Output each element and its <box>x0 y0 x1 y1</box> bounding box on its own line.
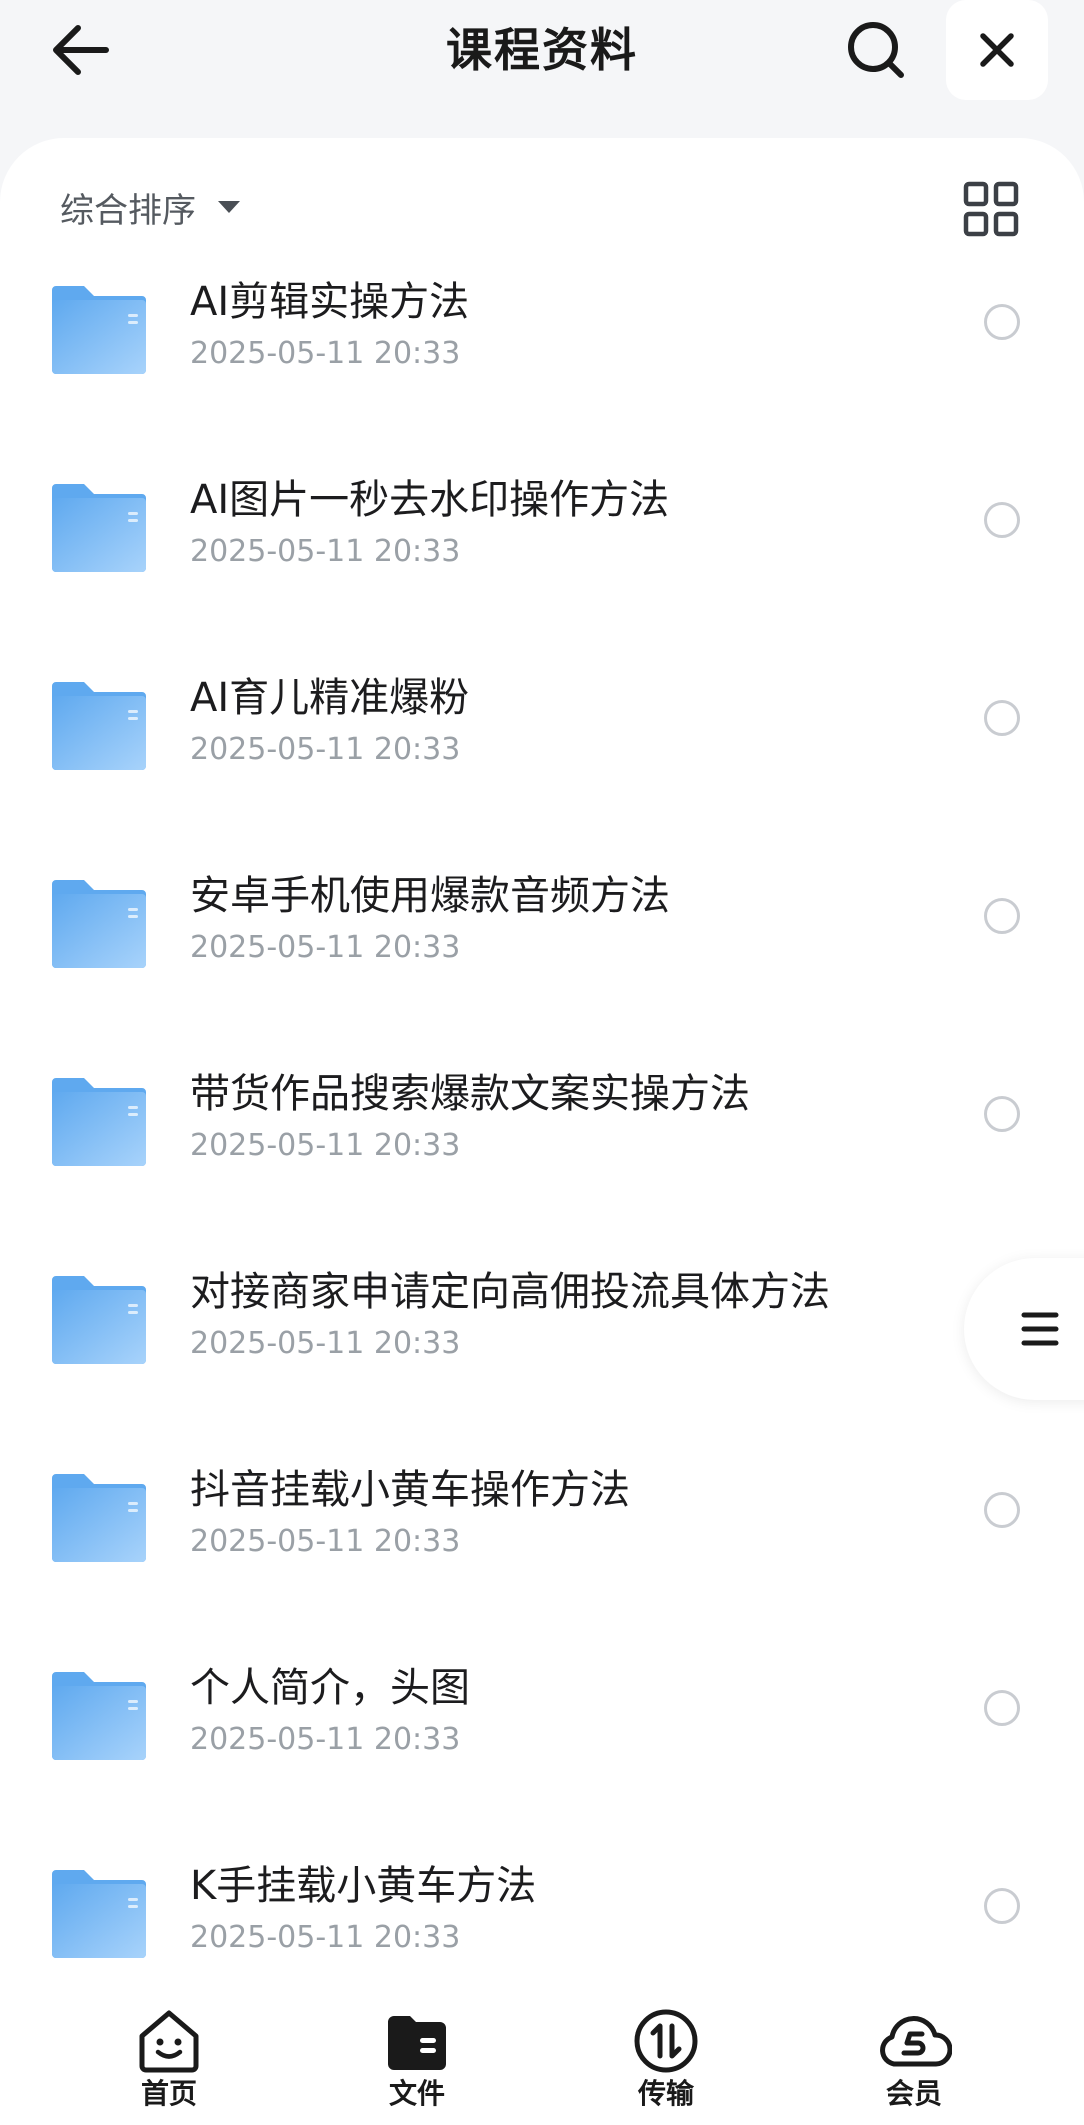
folder-icon <box>52 286 146 374</box>
file-name: K手挂载小黄车方法 <box>190 1863 537 1909</box>
file-row[interactable]: 带货作品搜索爆款文案实操方法 2025-05-11 20:33 <box>0 1046 1084 1244</box>
file-name: 带货作品搜索爆款文案实操方法 <box>190 1071 750 1117</box>
vip-cloud-icon <box>880 2016 952 2067</box>
folder-icon <box>52 880 146 968</box>
file-row[interactable]: 对接商家申请定向高佣投流具体方法 2025-05-11 20:33 <box>0 1244 1084 1442</box>
page-title: 课程资料 <box>446 23 638 77</box>
file-name: AI剪辑实操方法 <box>190 279 470 325</box>
select-checkbox[interactable] <box>984 502 1020 538</box>
folder-icon <box>52 682 146 770</box>
file-row[interactable]: AI图片一秒去水印操作方法 2025-05-11 20:33 <box>0 452 1084 650</box>
close-icon <box>980 33 1014 67</box>
file-row[interactable]: 安卓手机使用爆款音频方法 2025-05-11 20:33 <box>0 848 1084 1046</box>
file-name: 抖音挂载小黄车操作方法 <box>190 1467 630 1513</box>
select-checkbox[interactable] <box>984 1492 1020 1528</box>
header-bar: 课程资料 <box>0 0 1084 140</box>
grid-view-icon <box>963 181 1019 237</box>
tab-files-label: 文件 <box>388 2077 445 2110</box>
select-checkbox[interactable] <box>984 304 1020 340</box>
tab-home[interactable]: 首页 <box>109 2008 229 2112</box>
file-name: 对接商家申请定向高佣投流具体方法 <box>190 1269 830 1315</box>
file-row[interactable]: AI育儿精准爆粉 2025-05-11 20:33 <box>0 650 1084 848</box>
file-date: 2025-05-11 20:33 <box>190 534 461 569</box>
file-name: AI育儿精准爆粉 <box>190 675 470 721</box>
tab-files[interactable]: 文件 <box>357 2008 477 2112</box>
tab-vip[interactable]: 会员 <box>854 2008 974 2112</box>
file-row[interactable]: 个人简介，头图 2025-05-11 20:33 <box>0 1640 1084 1838</box>
tab-vip-label: 会员 <box>885 2077 942 2110</box>
file-date: 2025-05-11 20:33 <box>190 336 461 371</box>
file-name: 安卓手机使用爆款音频方法 <box>190 873 670 919</box>
folder-icon <box>52 1672 146 1760</box>
file-date: 2025-05-11 20:33 <box>190 1128 461 1163</box>
grid-view-button[interactable] <box>962 180 1020 238</box>
transfer-icon <box>634 2009 698 2073</box>
file-date: 2025-05-11 20:33 <box>190 1920 461 1955</box>
sort-label: 综合排序 <box>60 190 196 231</box>
file-date: 2025-05-11 20:33 <box>190 930 461 965</box>
folder-icon <box>52 1078 146 1166</box>
select-checkbox[interactable] <box>984 1888 1020 1924</box>
file-row[interactable]: AI剪辑实操方法 2025-05-11 20:33 <box>0 254 1084 452</box>
folder-icon <box>52 1276 146 1364</box>
folder-icon <box>52 484 146 572</box>
file-name: 个人简介，头图 <box>190 1665 470 1711</box>
sort-dropdown[interactable]: 综合排序 <box>60 182 240 232</box>
home-smile-icon <box>139 2010 199 2073</box>
file-name: AI图片一秒去水印操作方法 <box>190 477 670 523</box>
file-date: 2025-05-11 20:33 <box>190 1524 461 1559</box>
file-row[interactable]: 抖音挂载小黄车操作方法 2025-05-11 20:33 <box>0 1442 1084 1640</box>
select-checkbox[interactable] <box>984 1690 1020 1726</box>
file-date: 2025-05-11 20:33 <box>190 732 461 767</box>
tab-transfer[interactable]: 传输 <box>606 2008 726 2112</box>
caret-down-icon <box>218 201 240 213</box>
file-date: 2025-05-11 20:33 <box>190 1326 461 1361</box>
file-list-panel: 综合排序 AI剪辑实操方法 2025-05-11 20:33 AI图片一秒去水印操作… <box>0 138 1084 1988</box>
tab-transfer-label: 传输 <box>637 2077 694 2110</box>
search-button[interactable] <box>840 14 912 86</box>
folder-icon <box>52 1474 146 1562</box>
search-icon <box>848 22 904 78</box>
file-date: 2025-05-11 20:33 <box>190 1722 461 1757</box>
menu-icon <box>1021 1312 1059 1346</box>
folder-icon <box>52 1870 146 1958</box>
file-row[interactable]: K手挂载小黄车方法 2025-05-11 20:33 <box>0 1838 1084 1988</box>
select-checkbox[interactable] <box>984 898 1020 934</box>
bottom-tab-bar: 首页 文件 传输 会员 <box>0 1988 1084 2125</box>
select-checkbox[interactable] <box>984 700 1020 736</box>
file-list: AI剪辑实操方法 2025-05-11 20:33 AI图片一秒去水印操作方法 202… <box>0 254 1084 1988</box>
close-button[interactable] <box>946 0 1048 100</box>
tab-home-label: 首页 <box>140 2077 197 2110</box>
select-checkbox[interactable] <box>984 1096 1020 1132</box>
folder-file-icon <box>388 2016 446 2070</box>
